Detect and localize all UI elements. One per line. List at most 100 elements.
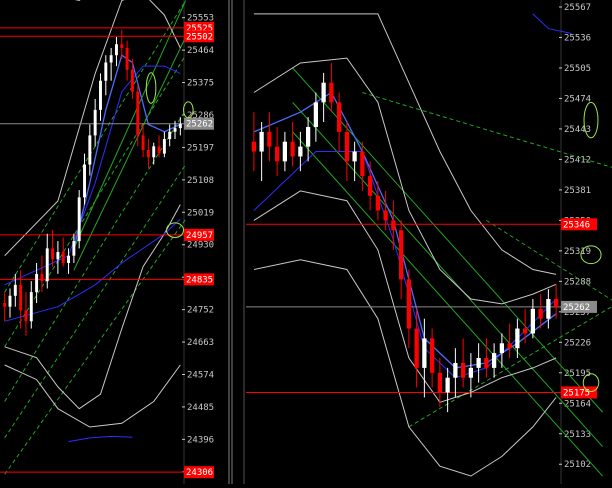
- right-candle-body: [290, 141, 295, 157]
- left-candle-body: [104, 62, 108, 81]
- chart-area: 25553 25464 25375 25286 25197 25108 25019 24930…: [0, 0, 612, 484]
- left-band-upper: [4, 0, 181, 257]
- right-candle-body: [375, 195, 381, 211]
- left-candle-body: [114, 44, 118, 56]
- right-candle-body: [313, 102, 319, 127]
- left-band-stub-blue: [68, 435, 133, 443]
- left-y-tick-label: 24930: [187, 241, 214, 251]
- left-y-tick-label: 24663: [187, 338, 214, 348]
- right-y-tick-label: 25567: [564, 3, 591, 13]
- left-candle-body: [72, 241, 76, 256]
- right-candle-body: [429, 338, 435, 373]
- left-candle-body: [93, 109, 97, 136]
- right-candle-body: [367, 176, 373, 196]
- right-candle-body: [507, 343, 512, 349]
- left-candle-body: [51, 248, 55, 260]
- left-y-tick-label: 25464: [187, 46, 214, 56]
- right-candle-body: [383, 210, 388, 221]
- right-candle-body: [437, 372, 443, 393]
- left-level-label: 25502: [186, 32, 213, 42]
- left-candle-body: [13, 284, 17, 296]
- left-candle-body: [120, 44, 124, 48]
- right-candle-body: [499, 343, 505, 354]
- right-candle-body: [491, 353, 497, 368]
- left-candle-body: [173, 128, 177, 132]
- left-band-far-lower: [4, 364, 181, 428]
- right-candle-body: [468, 367, 474, 378]
- left-band-far-upper: [74, 0, 81, 2]
- right-candle-body: [251, 141, 257, 152]
- right-candle-body: [553, 299, 559, 307]
- dual-candlestick-chart: 2555325464253752528625197251082501924930…: [0, 0, 612, 484]
- right-candle-body: [530, 308, 536, 334]
- left-y-tick-label: 24485: [187, 403, 214, 413]
- left-candle-body: [162, 139, 166, 154]
- left-y-tick-label: 25019: [187, 208, 214, 218]
- right-candle-body: [298, 146, 303, 157]
- left-candle-body: [125, 47, 129, 70]
- left-candle-body: [130, 69, 134, 92]
- right-y-tick-label: 25474: [564, 94, 591, 104]
- right-candle-body: [476, 358, 481, 368]
- right-candle-body: [352, 151, 357, 162]
- right-y-tick-label: 25381: [564, 186, 591, 196]
- left-y-tick-label: 24752: [187, 306, 214, 316]
- right-candle-body: [344, 131, 350, 162]
- right-candle-body: [538, 308, 543, 319]
- right-candle-body: [305, 126, 311, 147]
- left-level-label: 24957: [186, 231, 213, 241]
- right-candle-body: [398, 230, 404, 280]
- left-candle-body: [8, 295, 12, 307]
- right-y-tick-label: 25102: [564, 460, 591, 470]
- left-candle-body: [56, 252, 60, 260]
- right-band-lower: [253, 190, 557, 403]
- right-candle-body: [360, 151, 365, 177]
- left-candle-body: [29, 292, 33, 322]
- left-candle-body: [83, 164, 86, 198]
- left-candle-body: [67, 255, 71, 263]
- left-candle-body: [109, 55, 113, 63]
- right-y-tick-label: 25288: [564, 277, 591, 287]
- right-candle-body: [546, 299, 551, 319]
- right-candle-body: [282, 141, 288, 162]
- right-candle-body: [406, 279, 412, 329]
- right-y-tick-label: 25319: [564, 247, 591, 257]
- right-band-top-arc: [532, 13, 572, 34]
- left-candle-body: [19, 284, 23, 311]
- right-candle-body: [460, 362, 466, 378]
- left-y-tick-label: 25197: [187, 143, 214, 153]
- left-candle-body: [88, 135, 92, 165]
- left-candle-body: [24, 310, 28, 322]
- right-candle-body: [522, 328, 528, 334]
- right-candle-body: [274, 146, 280, 162]
- left-candle-body: [35, 273, 39, 293]
- left-candle-body: [77, 197, 81, 242]
- right-candle-body: [267, 131, 272, 147]
- left-candle-body: [146, 149, 150, 158]
- right-candle-body: [259, 131, 264, 152]
- left-candle-body: [45, 248, 49, 282]
- right-current-price-label: 25262: [563, 303, 590, 313]
- right-band-outer-lower: [253, 259, 557, 477]
- left-y-tick-label: 24396: [187, 435, 214, 445]
- right-candle-body: [453, 362, 458, 378]
- right-candle-body: [321, 82, 326, 103]
- left-candle-body: [61, 252, 65, 263]
- left-level-label: 24835: [186, 275, 213, 285]
- right-level-label: 25346: [563, 220, 590, 230]
- left-level-label: 24306: [186, 468, 213, 478]
- left-candle-body: [99, 80, 102, 110]
- right-candle-body: [422, 338, 427, 368]
- right-y-tick-label: 25226: [564, 338, 591, 348]
- left-candle-body: [40, 273, 44, 282]
- left-candle-body: [136, 91, 140, 136]
- right-candle-body: [414, 328, 419, 368]
- left-channel-line: [73, 0, 187, 249]
- left-candle-body: [178, 123, 182, 129]
- right-candle-body: [515, 328, 520, 349]
- left-candle-body: [152, 146, 156, 158]
- right-candle-body: [336, 102, 342, 132]
- left-y-tick-label: 25108: [187, 176, 214, 186]
- right-y-tick-label: 25505: [564, 64, 591, 74]
- left-candle-body: [157, 146, 161, 154]
